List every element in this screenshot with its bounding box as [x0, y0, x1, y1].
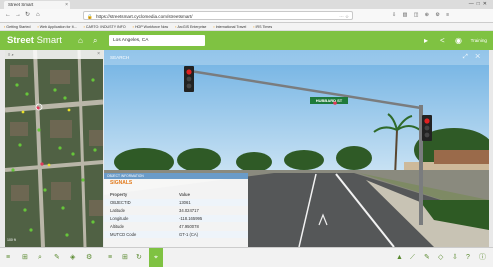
- map-toolbar: ≡ ⌕ ×: [5, 50, 103, 59]
- map-scale-label: 100 ft: [7, 238, 16, 242]
- search-input[interactable]: Los Angeles, CA: [109, 35, 205, 46]
- property-key: Latitude: [110, 208, 125, 213]
- search-value: Los Angeles, CA: [113, 38, 149, 43]
- expand-icon[interactable]: ⤢ ✕: [463, 50, 483, 65]
- panorama-search-label[interactable]: SEARCH: [110, 50, 129, 65]
- table-header: Property Value: [104, 191, 248, 198]
- app-header: Street Smart ⌂ ⌕ Los Angeles, CA ▸ < ◉ T…: [0, 31, 493, 50]
- logo-light: Smart: [36, 35, 62, 46]
- lock-icon: 🔒: [87, 14, 93, 19]
- settings-icon[interactable]: ⚙: [86, 248, 92, 267]
- play-icon[interactable]: ▸: [424, 31, 428, 50]
- browser-toolbar-icons[interactable]: ⇩ ▥ ◫ ⊕ ⚙ ≡: [392, 9, 452, 22]
- bookmark-star-icon[interactable]: ··· ☆: [339, 12, 349, 19]
- draw-icon[interactable]: ✎: [54, 248, 60, 267]
- panorama-bottom-toolbar: ≡ ⊞ ↻ ⌖ ▲ ⟋ ✎ ◇ ⇩ ? ⓘ: [104, 247, 493, 267]
- tab-close-icon[interactable]: ×: [65, 1, 68, 9]
- property-key: MUTCD Code: [110, 232, 137, 237]
- measure-height-icon[interactable]: ▲: [396, 248, 403, 267]
- browser-tab[interactable]: Street Smart ×: [4, 1, 70, 9]
- bookmark-item[interactable]: International Travel: [213, 23, 247, 30]
- column-header: Property: [110, 192, 128, 197]
- download-icon[interactable]: ⇩: [452, 248, 458, 267]
- tab-title: Street Smart: [8, 2, 34, 7]
- table-row: OBJECTID 13061: [104, 199, 248, 206]
- share-icon[interactable]: <: [440, 31, 445, 50]
- info-panel-title: SIGNALS: [110, 180, 133, 186]
- measure-icon[interactable]: ⊞: [22, 248, 28, 267]
- logo-bold: Street: [7, 35, 34, 46]
- aerial-map[interactable]: ≡ ⌕ × 100 ft: [5, 50, 103, 247]
- help-icon[interactable]: ?: [466, 248, 470, 267]
- home-icon[interactable]: ⌂: [78, 31, 83, 50]
- property-value: GT-1 (CA): [179, 232, 199, 237]
- measure-point-icon[interactable]: ✎: [424, 248, 430, 267]
- zoom-icon[interactable]: ⌕: [38, 248, 42, 267]
- bookmark-item[interactable]: HOP Workforce Now: [133, 23, 168, 30]
- home-icon[interactable]: ⌂: [36, 9, 40, 22]
- object-info-icon[interactable]: ⌖: [149, 248, 163, 267]
- map-icon[interactable]: ⊞: [122, 248, 128, 267]
- bookmark-item[interactable]: CARTO: INDUSTY INFO: [84, 23, 126, 30]
- close-icon[interactable]: ×: [97, 50, 100, 59]
- user-label[interactable]: Training: [471, 31, 487, 50]
- measure-distance-icon[interactable]: ⟋: [410, 248, 415, 267]
- property-value: 47.950078: [179, 224, 199, 229]
- layers-icon[interactable]: ≡: [6, 248, 10, 267]
- bookmark-item[interactable]: ArcGIS Enterprise: [175, 23, 206, 30]
- address-bar[interactable]: 🔒 https://streetsmart.cyclomedia.com/str…: [83, 11, 353, 20]
- column-header: Value: [179, 192, 190, 197]
- app-logo: Street Smart: [7, 31, 62, 50]
- map-imagery: [5, 50, 103, 247]
- table-row: Altitude 47.950078: [104, 223, 248, 230]
- street-sign-text: HUBBARD ST: [315, 98, 343, 103]
- reload-icon[interactable]: ↻: [25, 9, 30, 22]
- property-key: Altitude: [110, 224, 124, 229]
- browser-tab-bar: Street Smart × —□✕: [0, 0, 493, 9]
- panorama-toolbar: SEARCH ⤢ ✕: [104, 50, 489, 65]
- property-value: 13061: [179, 200, 191, 205]
- property-key: Longitude: [110, 216, 129, 221]
- layers-icon[interactable]: ≡ ⌕: [8, 52, 14, 57]
- table-row: MUTCD Code GT-1 (CA): [104, 231, 248, 238]
- property-value: -118.165995: [179, 216, 203, 221]
- snapshot-icon[interactable]: ◇: [438, 248, 443, 267]
- back-arrow-icon[interactable]: ←: [5, 9, 11, 22]
- property-key: OBJECTID: [110, 200, 131, 205]
- url-text: https://streetsmart.cyclomedia.com/stree…: [96, 14, 193, 19]
- rotate-icon[interactable]: ↻: [136, 248, 142, 267]
- bookmarks-bar: Getting Started Web Application for It..…: [0, 23, 493, 31]
- table-row: Longitude -118.165995: [104, 215, 248, 222]
- layers-icon[interactable]: ≡: [108, 248, 112, 267]
- table-row: Latitude 34.024717: [104, 207, 248, 214]
- window-controls[interactable]: —□✕: [469, 0, 490, 9]
- user-avatar-icon[interactable]: ◉: [455, 31, 462, 50]
- search-icon[interactable]: ⌕: [93, 31, 97, 50]
- bookmark-item[interactable]: Web Application for It...: [37, 23, 77, 30]
- object-info-panel: OBJECT INFORMATION SIGNALS Property Valu…: [104, 173, 248, 247]
- forward-arrow-icon[interactable]: →: [15, 9, 21, 22]
- overlay-icon[interactable]: ◈: [70, 248, 75, 267]
- property-value: 34.024717: [179, 208, 199, 213]
- info-panel-header: OBJECT INFORMATION: [104, 173, 248, 179]
- info-icon[interactable]: ⓘ: [479, 248, 486, 267]
- bookmark-item[interactable]: IRS Times: [253, 23, 273, 30]
- map-bottom-toolbar: ≡ ⊞ ⌕ ✎ ◈ ⚙: [0, 247, 104, 267]
- browser-nav-bar: ← → ↻ ⌂ 🔒 https://streetsmart.cyclomedia…: [0, 9, 493, 23]
- bookmark-item[interactable]: Getting Started: [4, 23, 30, 30]
